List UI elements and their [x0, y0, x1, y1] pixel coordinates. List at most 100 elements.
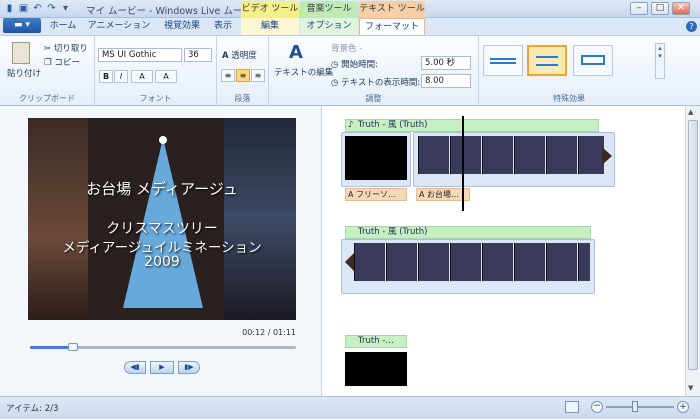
- overlay-line-4: 2009: [144, 254, 180, 270]
- zoom-out-button[interactable]: −: [591, 401, 603, 413]
- film-thumbnail: [418, 136, 449, 174]
- paste-button[interactable]: 貼り付け: [7, 67, 41, 79]
- timeline-scrollbar[interactable]: ▲ ▼: [685, 106, 700, 396]
- film-thumbnail: [418, 243, 449, 281]
- playhead[interactable]: [462, 116, 464, 211]
- clip-black-1[interactable]: [341, 132, 411, 187]
- zoom-in-button[interactable]: +: [677, 401, 689, 413]
- font-color-button[interactable]: A: [131, 70, 153, 83]
- scroll-down-icon[interactable]: ▼: [688, 384, 693, 392]
- tab-animation[interactable]: アニメーション: [84, 18, 154, 35]
- copy-button[interactable]: ❐ コピー: [44, 56, 80, 68]
- tab-view[interactable]: 表示: [207, 18, 239, 35]
- copy-icon: ❐: [44, 58, 52, 68]
- group-label-paragraph: 段落: [234, 94, 251, 103]
- previous-frame-button[interactable]: ◀▮: [124, 361, 146, 374]
- redo-icon[interactable]: ↷: [46, 3, 57, 14]
- ribbon-tab-row: ホーム アニメーション 視覚効果 表示 編集 オプション フォーマット ?: [0, 18, 700, 35]
- preview-time: 00:12 / 01:11: [242, 328, 296, 337]
- thumbnail-size-icon[interactable]: [565, 401, 579, 413]
- start-time-input[interactable]: 5.00 秒: [421, 56, 471, 70]
- italic-button[interactable]: I: [114, 70, 128, 83]
- play-button[interactable]: ▶: [150, 361, 174, 374]
- ribbon: 貼り付け ✂ 切り取り ❐ コピー クリップボード MS UI Gothic 3…: [0, 35, 700, 106]
- group-effects: ▴ ▾ 特殊効果: [479, 36, 669, 106]
- next-frame-button[interactable]: ▮▶: [178, 361, 200, 374]
- group-adjust: A テキストの編集 背景色 - ◷ 開始時間: 5.00 秒 ◷ テキストの表示…: [269, 36, 479, 106]
- customize-quick-access-icon[interactable]: ▾: [60, 3, 71, 14]
- help-icon[interactable]: ?: [686, 21, 697, 32]
- tab-visual-effects[interactable]: 視覚効果: [157, 18, 207, 35]
- group-clipboard: 貼り付け ✂ 切り取り ❐ コピー クリップボード: [0, 36, 95, 106]
- font-size-select[interactable]: 36: [184, 48, 212, 62]
- overlay-line-2: クリスマスツリー: [106, 221, 218, 237]
- text-icon: A: [348, 190, 354, 199]
- music-caption-row3[interactable]: Truth -…: [345, 335, 407, 348]
- seek-bar[interactable]: [30, 343, 296, 351]
- minimize-button[interactable]: –: [630, 2, 648, 15]
- film-thumbnail: [482, 136, 513, 174]
- group-label-adjust: 調整: [365, 94, 382, 103]
- group-label-effects: 特殊効果: [553, 94, 585, 103]
- scroll-up-icon[interactable]: ▲: [688, 108, 693, 116]
- scroll-thumb[interactable]: [688, 120, 698, 370]
- film-thumbnail: [546, 243, 577, 281]
- context-text-tools: テキスト ツール: [359, 1, 425, 18]
- app-menu-button[interactable]: ▬ ▾: [3, 18, 41, 33]
- close-button[interactable]: ✕: [672, 2, 690, 15]
- tab-home[interactable]: ホーム: [44, 18, 82, 35]
- film-thumbnail: [450, 136, 481, 174]
- clip-video-1[interactable]: [413, 132, 615, 187]
- storyboard-timeline[interactable]: ♪ Truth - 風 (Truth) A フリーソ… A お台場… Truth …: [323, 106, 685, 396]
- edit-text-icon[interactable]: A: [289, 42, 303, 63]
- tab-options[interactable]: オプション: [300, 18, 358, 35]
- music-caption-row2[interactable]: Truth - 風 (Truth): [345, 226, 591, 239]
- align-center-button[interactable]: ≡: [236, 69, 250, 82]
- cut-button[interactable]: ✂ 切り取り: [44, 42, 88, 54]
- video-preview[interactable]: お台場 メディアージュ クリスマスツリー メディアージュイルミネーション 200…: [28, 118, 296, 320]
- effects-scroll-icon[interactable]: ▴ ▾: [655, 43, 665, 79]
- transition-arrow-icon: [602, 147, 612, 165]
- bold-button[interactable]: B: [99, 70, 113, 83]
- seek-progress: [30, 346, 73, 349]
- transparency-button[interactable]: A 透明度: [222, 49, 257, 61]
- status-bar: アイテム: 2/3 − +: [0, 396, 700, 419]
- effect-option-3[interactable]: [573, 45, 613, 76]
- clip-black-3[interactable]: [345, 352, 407, 386]
- music-note-icon: ♪: [348, 120, 354, 130]
- grow-font-button[interactable]: A: [155, 70, 177, 83]
- zoom-slider-thumb[interactable]: [632, 401, 638, 412]
- film-thumbnail: [450, 243, 481, 281]
- font-family-select[interactable]: MS UI Gothic: [98, 48, 182, 62]
- film-thumbnail: [386, 243, 417, 281]
- text-caption-1[interactable]: A フリーソ…: [345, 188, 407, 201]
- film-thumbnail: [514, 136, 545, 174]
- tab-edit[interactable]: 編集: [241, 18, 299, 35]
- film-thumbnail: [546, 136, 577, 174]
- undo-icon[interactable]: ↶: [32, 3, 43, 14]
- timer-icon: ◷: [331, 78, 339, 88]
- paste-icon[interactable]: [12, 42, 30, 64]
- group-label-clipboard: クリップボード: [19, 94, 75, 103]
- effect-option-1[interactable]: [483, 45, 523, 76]
- film-thumbnail: [578, 136, 604, 174]
- edit-text-button[interactable]: テキストの編集: [274, 66, 333, 78]
- maximize-button[interactable]: □: [651, 2, 669, 15]
- clip-video-2[interactable]: [341, 239, 595, 294]
- seek-thumb[interactable]: [67, 343, 78, 351]
- align-left-button[interactable]: ≡: [221, 69, 235, 82]
- tab-format[interactable]: フォーマット: [359, 18, 425, 35]
- film-thumbnail: [354, 243, 385, 281]
- app-icon[interactable]: ▮: [4, 3, 15, 14]
- tree-star-image: [159, 136, 167, 144]
- background-color-button[interactable]: 背景色 -: [331, 42, 362, 54]
- item-count: アイテム: 2/3: [6, 404, 59, 414]
- film-thumbnail: [578, 243, 590, 281]
- zoom-slider[interactable]: [606, 406, 674, 408]
- save-icon[interactable]: ▣: [18, 3, 29, 14]
- overlay-line-1: お台場 メディアージュ: [86, 180, 238, 198]
- music-caption-row1[interactable]: ♪ Truth - 風 (Truth): [345, 119, 599, 132]
- effect-option-2-selected[interactable]: [527, 45, 567, 76]
- duration-select[interactable]: 8.00: [421, 74, 471, 88]
- align-right-button[interactable]: ≡: [251, 69, 265, 82]
